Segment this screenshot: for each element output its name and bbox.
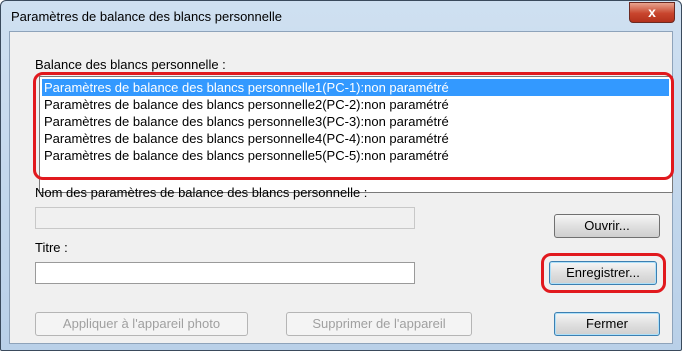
apply-to-camera-button[interactable]: Appliquer à l'appareil photo bbox=[35, 312, 248, 336]
close-icon: x bbox=[648, 4, 656, 20]
title-input[interactable] bbox=[35, 262, 415, 284]
save-button-highlight bbox=[541, 253, 666, 293]
title-label: Titre : bbox=[35, 240, 68, 255]
close-button[interactable]: Fermer bbox=[554, 312, 660, 336]
open-button[interactable]: Ouvrir... bbox=[554, 214, 660, 238]
close-window-button[interactable]: x bbox=[629, 2, 675, 23]
listbox-highlight bbox=[33, 72, 674, 180]
delete-from-camera-button[interactable]: Supprimer de l'appareil bbox=[286, 312, 472, 336]
dialog-body: Balance des blancs personnelle : Paramèt… bbox=[9, 31, 674, 344]
title-bar[interactable]: Paramètres de balance des blancs personn… bbox=[1, 1, 681, 31]
list-label: Balance des blancs personnelle : bbox=[35, 57, 226, 72]
dialog-window: Paramètres de balance des blancs personn… bbox=[0, 0, 682, 351]
settings-name-label: Nom des paramètres de balance des blancs… bbox=[35, 185, 368, 200]
window-title: Paramètres de balance des blancs personn… bbox=[11, 9, 283, 24]
settings-name-field bbox=[35, 207, 415, 229]
